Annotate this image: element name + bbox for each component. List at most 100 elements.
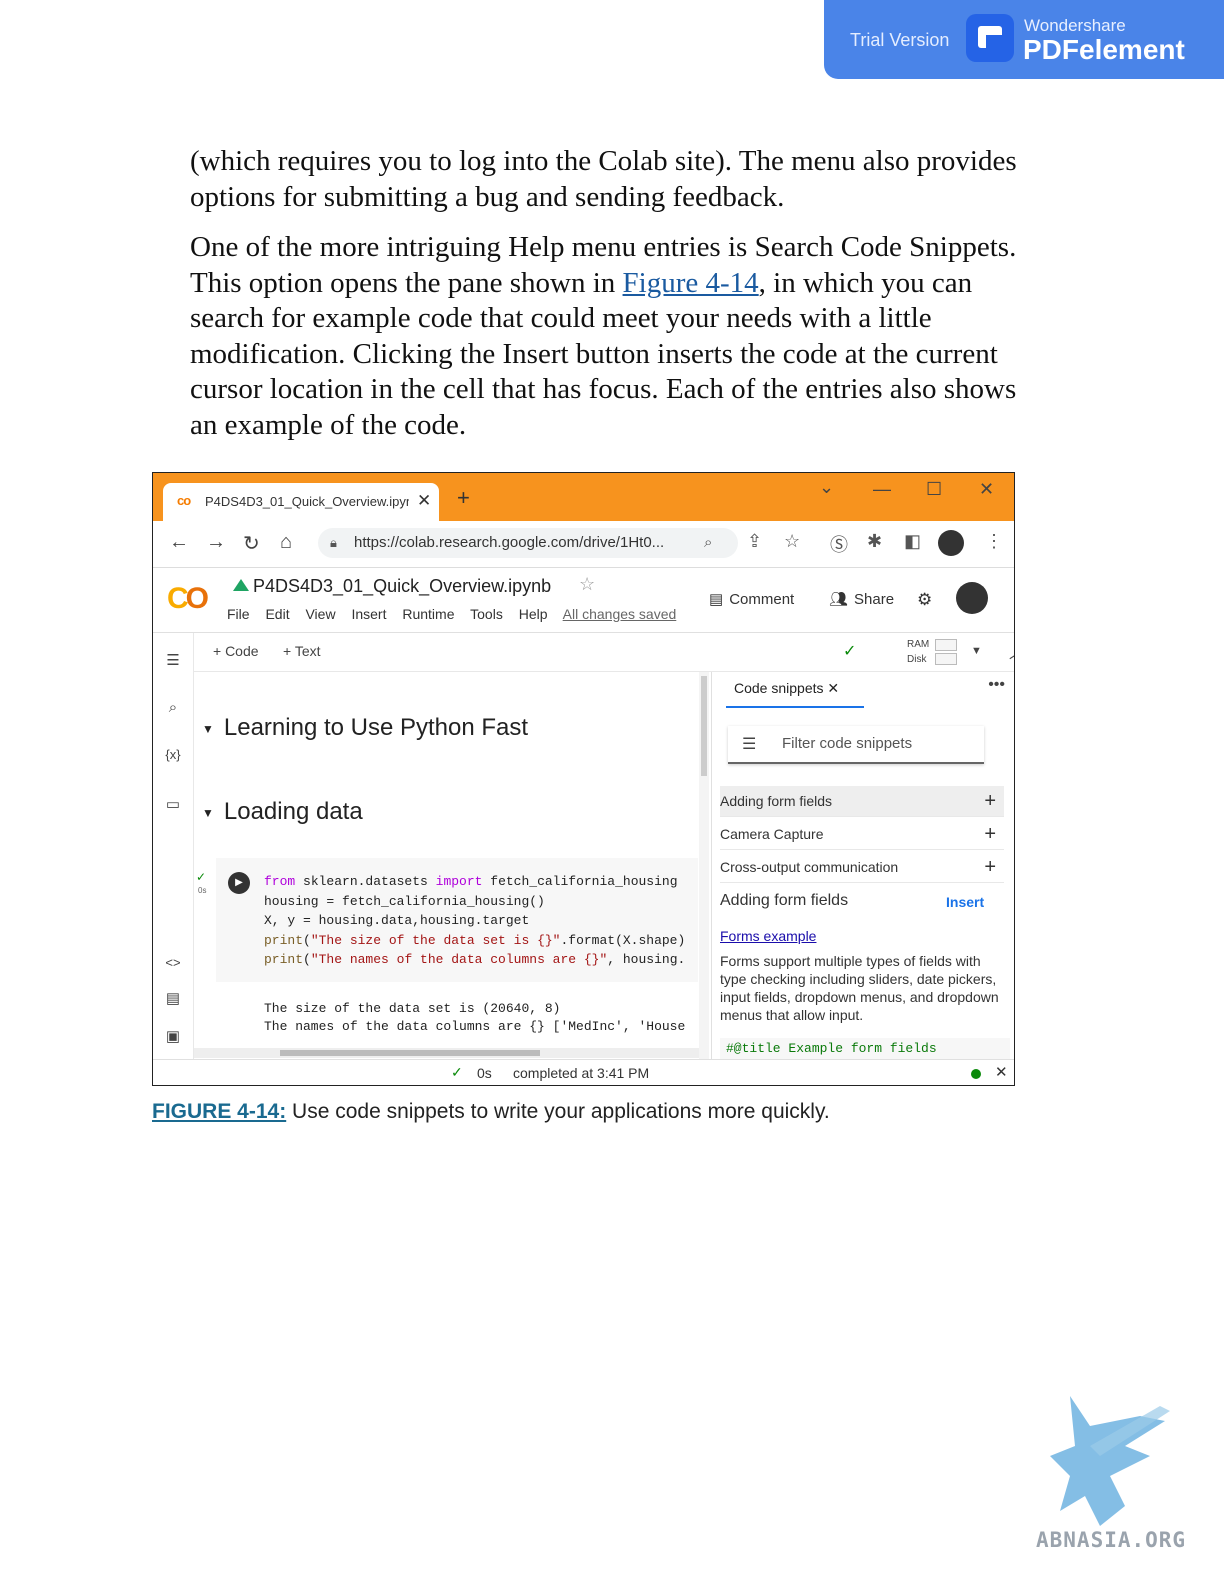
colab-header: CO P4DS4D3_01_Quick_Overview.ipynb ☆ Fil… xyxy=(153,568,1014,633)
url-field[interactable]: 🔒︎ https://colab.research.google.com/dri… xyxy=(318,528,738,558)
add-text-button[interactable]: + Text xyxy=(283,643,321,659)
terminal-icon[interactable]: ▣ xyxy=(153,1027,193,1045)
trial-version-label: Trial Version xyxy=(850,30,950,50)
command-palette-icon[interactable]: ▤ xyxy=(153,989,193,1007)
account-avatar[interactable] xyxy=(956,582,988,614)
code-snippets-pane: Code snippets ✕ ••• ☰ Filter code snippe… xyxy=(711,672,1014,1059)
bookmark-star-icon[interactable]: ☆ xyxy=(784,531,800,552)
snippet-detail-title: Adding form fields xyxy=(720,892,849,909)
snippet-item[interactable]: Adding form fields + xyxy=(720,786,1004,817)
forms-example-link[interactable]: Forms example xyxy=(720,928,816,944)
figure-link[interactable]: Figure 4-14 xyxy=(623,267,759,299)
run-cell-icon[interactable]: ▶ xyxy=(228,872,250,894)
colab-favicon-icon: co xyxy=(177,493,191,508)
more-options-icon[interactable]: ••• xyxy=(988,676,1005,694)
add-snippet-icon[interactable]: + xyxy=(984,786,996,816)
section-heading-1[interactable]: ▼ Learning to Use Python Fast xyxy=(202,714,528,742)
brand-top-label: Wondershare xyxy=(1024,16,1126,35)
reload-icon[interactable]: ↻ xyxy=(243,531,260,556)
zoom-icon[interactable]: ⌕ xyxy=(704,528,712,558)
output-line-1: The size of the data set is (20640, 8) xyxy=(264,1001,561,1016)
watermark-text: ABNASIA.ORG xyxy=(1036,1528,1187,1552)
active-tab-underline xyxy=(726,706,864,708)
comment-label: Comment xyxy=(729,591,795,608)
code-snippets-tab[interactable]: Code snippets ✕ xyxy=(734,680,839,697)
code-cell[interactable]: ▶ from sklearn.datasets import fetch_cal… xyxy=(216,858,698,982)
ram-bar xyxy=(935,639,957,651)
menu-help[interactable]: Help xyxy=(519,606,548,622)
code-icon[interactable]: <> xyxy=(153,955,193,970)
side-panel-icon[interactable]: ◧ xyxy=(904,531,921,552)
insert-button[interactable]: Insert xyxy=(946,894,984,910)
forward-icon[interactable]: → xyxy=(206,531,226,554)
snippet-item[interactable]: Cross-output communication + xyxy=(720,852,1004,883)
snippets-tab-label: Code snippets xyxy=(734,680,824,696)
menu-tools[interactable]: Tools xyxy=(470,606,503,622)
star-icon[interactable]: ☆ xyxy=(579,574,595,595)
browser-avatar[interactable] xyxy=(938,530,964,556)
settings-gear-icon[interactable]: ⚙ xyxy=(917,590,932,610)
section-2-title: Loading data xyxy=(223,798,363,825)
snippet-item-label: Camera Capture xyxy=(720,826,824,842)
back-icon[interactable]: ← xyxy=(169,531,189,554)
snippet-item[interactable]: Camera Capture + xyxy=(720,819,1004,850)
snippet-code-preview: #@title Example form fields xyxy=(720,1038,1010,1059)
search-icon[interactable]: ⌕ xyxy=(153,699,193,716)
cell-code[interactable]: from sklearn.datasets import fetch_calif… xyxy=(264,872,685,970)
add-snippet-icon[interactable]: + xyxy=(984,852,996,882)
folder-icon[interactable]: ▭ xyxy=(153,795,193,813)
caption-label-link[interactable]: FIGURE 4-14: xyxy=(152,1100,286,1123)
menu-edit[interactable]: Edit xyxy=(265,606,289,622)
close-pane-icon[interactable]: ✕ xyxy=(827,680,839,696)
new-tab-icon[interactable]: + xyxy=(457,487,470,509)
tab-title: P4DS4D3_01_Quick_Overview.ipynb xyxy=(205,494,409,509)
browser-tab[interactable]: co P4DS4D3_01_Quick_Overview.ipynb ✕ xyxy=(163,483,439,521)
collapse-caret-icon[interactable]: ▼ xyxy=(202,806,214,820)
toc-icon[interactable]: ☰ xyxy=(153,651,193,669)
connected-check-icon: ✓ xyxy=(843,643,857,660)
browser-menu-icon[interactable]: ⋮ xyxy=(985,531,1003,552)
notebook-title[interactable]: P4DS4D3_01_Quick_Overview.ipynb xyxy=(253,576,551,597)
filter-placeholder: Filter code snippets xyxy=(782,735,913,752)
minimize-icon[interactable]: — xyxy=(873,479,891,500)
status-check-icon: ✓ xyxy=(451,1064,463,1080)
menu-insert[interactable]: Insert xyxy=(351,606,386,622)
tab-close-icon[interactable]: ✕ xyxy=(417,491,431,511)
share-button[interactable]: 👥︎ Share xyxy=(829,590,894,608)
add-code-button[interactable]: + Code xyxy=(213,643,259,659)
menu-runtime[interactable]: Runtime xyxy=(402,606,454,622)
trial-banner[interactable]: Trial Version Wondershare PDFelement xyxy=(824,0,1224,79)
window-close-icon[interactable]: ✕ xyxy=(979,479,994,500)
brand-name-label: PDFelement xyxy=(1023,34,1185,65)
resource-monitor[interactable]: RAM Disk xyxy=(907,637,929,667)
maximize-icon[interactable]: ☐ xyxy=(926,479,942,500)
saved-status[interactable]: All changes saved xyxy=(563,606,677,622)
home-icon[interactable]: ⌂ xyxy=(280,531,292,554)
drive-icon[interactable] xyxy=(233,579,249,591)
runtime-dropdown-icon[interactable]: ▼ xyxy=(971,645,982,657)
puzzle-icon[interactable]: ✱ xyxy=(867,531,882,552)
collapse-up-icon[interactable]: ︿ xyxy=(1009,639,1014,663)
comment-button[interactable]: ▤ Comment xyxy=(709,590,794,608)
cell-output: The size of the data set is (20640, 8) Th… xyxy=(264,1000,685,1036)
menu-view[interactable]: View xyxy=(305,606,335,622)
colab-logo[interactable]: CO xyxy=(167,582,209,616)
url-text: https://colab.research.google.com/drive/… xyxy=(354,534,665,551)
section-heading-2[interactable]: ▼ Loading data xyxy=(202,798,363,826)
horizontal-scrollbar[interactable] xyxy=(194,1048,699,1058)
collapse-caret-icon[interactable]: ▼ xyxy=(202,722,214,736)
status-text: completed at 3:41 PM xyxy=(513,1065,650,1081)
comment-icon: ▤ xyxy=(709,591,724,608)
filter-snippets-input[interactable]: ☰ Filter code snippets xyxy=(728,726,984,764)
snippet-item-label: Cross-output communication xyxy=(720,859,899,875)
menu-file[interactable]: File xyxy=(227,606,250,622)
add-snippet-icon[interactable]: + xyxy=(984,819,996,849)
share-label: Share xyxy=(854,591,895,608)
vertical-scrollbar[interactable] xyxy=(699,672,709,1059)
share-page-icon[interactable]: ⇪ xyxy=(747,531,762,552)
variables-icon[interactable]: {x} xyxy=(153,747,193,762)
figure-caption: FIGURE 4-14: Use code snippets to write … xyxy=(152,1100,830,1124)
chevron-down-icon[interactable]: ⌄ xyxy=(819,477,834,498)
extension-s-icon[interactable]: Ⓢ xyxy=(830,531,848,557)
status-close-icon[interactable]: ✕ xyxy=(995,1063,1008,1081)
